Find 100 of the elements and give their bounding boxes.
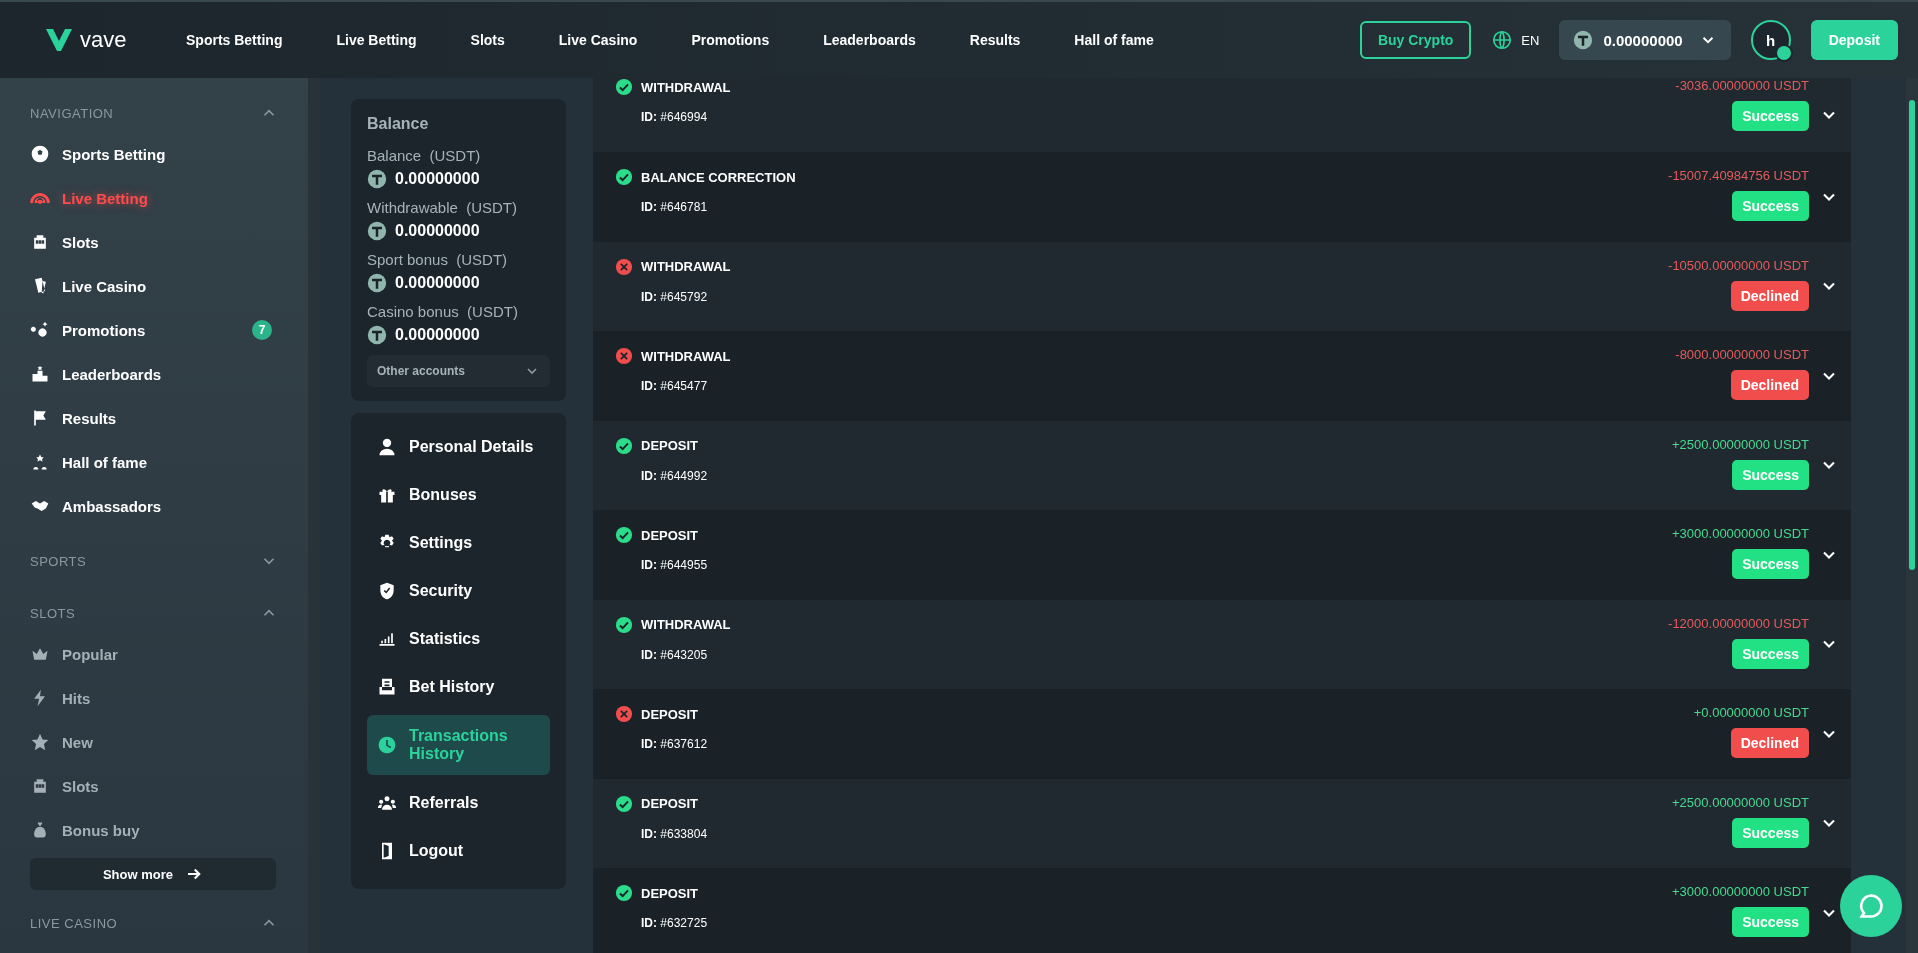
transaction-id: ID: #632725: [641, 916, 709, 930]
globe-icon: [1491, 29, 1514, 51]
section-header[interactable]: LIVE CASINO: [30, 904, 278, 942]
sidebar-item[interactable]: New: [30, 720, 278, 764]
nav-link[interactable]: Slots: [470, 32, 505, 48]
status-badge: Success: [1732, 459, 1809, 490]
nav-link[interactable]: Leaderboards: [823, 32, 916, 48]
tether-icon: [367, 325, 387, 345]
account-value: 0.00000000: [395, 326, 480, 344]
transaction-amount: +0.00000000 USDT: [1693, 705, 1809, 720]
transaction-type: WITHDRAWAL: [641, 79, 731, 95]
nav-link[interactable]: Results: [969, 32, 1021, 48]
status-badge: Success: [1732, 191, 1809, 221]
transaction-row[interactable]: DEPOSIT ID: #637612 +0.00000000 USDT Declined: [593, 689, 1851, 779]
transaction-amount: -15007.40984756 USDT: [1668, 168, 1809, 183]
sidebar-item[interactable]: Promotions 7: [30, 308, 278, 352]
sidebar-item[interactable]: Results: [30, 396, 278, 440]
status-badge: Declined: [1730, 728, 1809, 758]
account-label: Casino bonus (USDT): [367, 303, 519, 320]
account-label: Sport bonus (USDT): [367, 251, 509, 268]
menu-item[interactable]: Personal Details: [367, 423, 550, 471]
sidebar-item[interactable]: Hall of fame: [30, 440, 278, 484]
transaction-type: WITHDRAWAL: [641, 259, 731, 274]
account-label: Balance (USDT): [367, 147, 482, 164]
menu-item[interactable]: Bonuses: [367, 471, 550, 519]
menu-item[interactable]: Transactions History: [367, 715, 550, 775]
podium-icon: [30, 364, 50, 384]
transaction-type: BALANCE CORRECTION: [641, 169, 796, 185]
transaction-amount: +3000.00000000 USDT: [1672, 884, 1809, 899]
menu-item[interactable]: Statistics: [367, 615, 550, 663]
sidebar-item[interactable]: Sports Betting: [30, 132, 278, 176]
wallet-dropdown[interactable]: 0.00000000: [1559, 20, 1731, 60]
tether-icon: [1573, 30, 1594, 50]
account-value: 0.00000000: [395, 222, 480, 240]
sidebar-item[interactable]: Bonus buy: [30, 808, 278, 852]
transaction-row[interactable]: WITHDRAWAL ID: #645792 -10500.00000000 USDT Declined: [593, 241, 1851, 331]
menu-item[interactable]: Referrals: [367, 779, 550, 827]
section-header[interactable]: NAVIGATION: [30, 94, 278, 132]
tether-icon: [367, 221, 387, 241]
nav-link[interactable]: Live Betting: [336, 32, 417, 48]
transaction-amount: -8000.00000000 USDT: [1675, 347, 1809, 362]
transaction-id: ID: #637612: [641, 737, 709, 751]
menu-item[interactable]: Security: [367, 567, 550, 615]
sidebar-item[interactable]: Live Casino: [30, 264, 278, 308]
scrollbar[interactable]: [1906, 78, 1918, 953]
menu-item[interactable]: Settings: [367, 519, 550, 567]
other-accounts-dropdown[interactable]: Other accounts: [367, 355, 550, 387]
transaction-row[interactable]: DEPOSIT ID: #644992 +2500.00000000 USDT Success: [593, 420, 1851, 510]
nav-link[interactable]: Sports Betting: [186, 32, 283, 48]
status-badge: Success: [1732, 549, 1809, 579]
section-header[interactable]: SPORTS: [30, 542, 278, 580]
transaction-row[interactable]: DEPOSIT ID: #632725 +3000.00000000 USDT Success: [593, 868, 1851, 953]
transaction-type: DEPOSIT: [641, 527, 699, 543]
transaction-row[interactable]: BALANCE CORRECTION ID: #646781 -15007.40984756 USDT Success: [593, 152, 1851, 242]
transaction-row[interactable]: WITHDRAWAL ID: #645477 -8000.00000000 USDT Declined: [593, 331, 1851, 421]
language-selector[interactable]: EN: [1491, 29, 1540, 51]
transaction-row[interactable]: WITHDRAWAL ID: #643205 -12000.00000000 USDT Success: [593, 599, 1851, 689]
nav-link[interactable]: Live Casino: [558, 32, 638, 48]
sidebar-item[interactable]: Leaderboards: [30, 352, 278, 396]
sidebar-item[interactable]: Slots: [30, 220, 278, 264]
menu-item[interactable]: Logout: [367, 827, 550, 875]
transaction-id: ID: #643205: [641, 647, 709, 662]
transaction-id: ID: #633804: [641, 826, 709, 841]
sidebar-item[interactable]: Hits: [30, 676, 278, 720]
count-badge: 7: [252, 320, 272, 340]
transaction-amount: -12000.00000000 USDT: [1668, 615, 1809, 631]
transaction-amount: +2500.00000000 USDT: [1672, 436, 1809, 452]
transaction-type: DEPOSIT: [641, 706, 699, 722]
transaction-type: WITHDRAWAL: [641, 348, 731, 364]
balance-title: Balance: [367, 115, 430, 133]
transaction-type: WITHDRAWAL: [641, 617, 731, 632]
tether-icon: [367, 169, 387, 189]
nav-link[interactable]: Promotions: [691, 32, 770, 48]
transaction-row[interactable]: WITHDRAWAL ID: #646994 -3036.00000000 USDT Success: [593, 78, 1851, 152]
menu-item[interactable]: Bet History: [367, 663, 550, 711]
receipt-icon: [377, 677, 397, 697]
show-more-button[interactable]: Show more: [30, 858, 276, 890]
star-icon: [30, 732, 50, 752]
section-header[interactable]: SLOTS: [30, 594, 278, 632]
transaction-id: ID: #645792: [641, 289, 709, 304]
transaction-row[interactable]: DEPOSIT ID: #633804 +2500.00000000 USDT Success: [593, 778, 1851, 868]
status-badge: Success: [1732, 638, 1809, 669]
buy-crypto-button[interactable]: Buy Crypto: [1359, 21, 1472, 59]
transaction-amount: -3036.00000000 USDT: [1675, 78, 1809, 93]
status-badge: Declined: [1730, 370, 1809, 400]
transaction-type: DEPOSIT: [641, 438, 699, 453]
account-label: Withdrawable (USDT): [367, 199, 519, 216]
sidebar-item[interactable]: Slots: [30, 764, 278, 808]
person-icon: [377, 437, 397, 457]
avatar-button[interactable]: h: [1750, 20, 1791, 60]
status-badge: Success: [1732, 101, 1809, 131]
transaction-id: ID: #644955: [641, 558, 709, 572]
transaction-row[interactable]: DEPOSIT ID: #644955 +3000.00000000 USDT Success: [593, 510, 1851, 600]
status-badge: Success: [1732, 907, 1809, 937]
people-icon: [377, 793, 397, 813]
sidebar-item[interactable]: Popular: [30, 632, 278, 676]
nav-link[interactable]: Hall of fame: [1074, 32, 1154, 48]
sidebar-item[interactable]: Ambassadors: [30, 484, 278, 528]
logo[interactable]: vave: [44, 25, 164, 55]
transaction-id: ID: #645477: [641, 379, 709, 393]
